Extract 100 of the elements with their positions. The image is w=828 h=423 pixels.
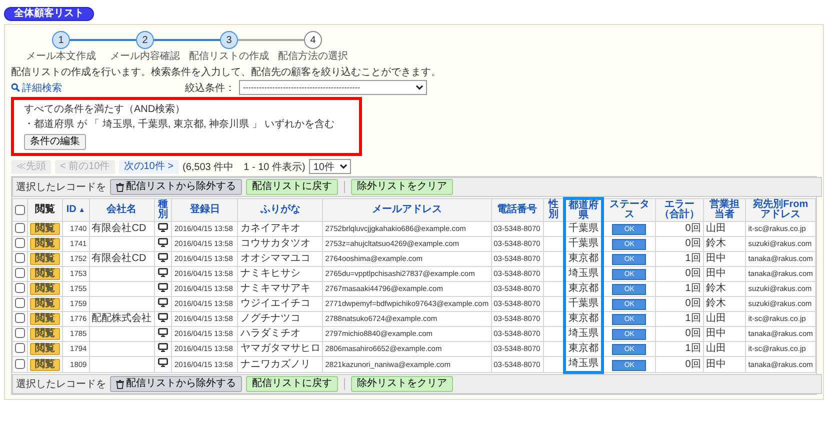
view-button[interactable]: 閲覧 bbox=[30, 313, 60, 325]
column-header[interactable]: 電話番号 bbox=[491, 198, 544, 222]
pager-button[interactable]: 次の10件 > bbox=[118, 160, 178, 174]
table-cell: 山田 bbox=[703, 312, 746, 326]
table-cell: 1回 bbox=[655, 282, 704, 296]
toolbar-button[interactable]: 配信リストに戻す bbox=[246, 376, 338, 392]
step-label: メール本文作成 bbox=[26, 51, 96, 63]
table-cell: 有限会社CD bbox=[89, 252, 154, 266]
trash-icon bbox=[116, 182, 124, 192]
result-count: (6,503 件中 1 - 10 件表示) bbox=[182, 160, 306, 174]
filter-dropdown[interactable]: -------------------------------------------- bbox=[239, 80, 427, 95]
row-checkbox[interactable] bbox=[15, 223, 25, 234]
view-button[interactable]: 閲覧 bbox=[30, 253, 60, 265]
view-button[interactable]: 閲覧 bbox=[30, 358, 60, 370]
step-label: メール内容確認 bbox=[110, 51, 180, 63]
description-text: 配信リストの作成を行います。検索条件を入力して、配信先の顧客を絞り込むことができます。 bbox=[11, 66, 442, 79]
table-cell: 1回 bbox=[655, 342, 704, 356]
row-checkbox[interactable] bbox=[15, 313, 25, 324]
table-cell: カネイアキオ bbox=[238, 222, 323, 236]
column-header[interactable]: ふりがな bbox=[238, 198, 323, 222]
monitor-icon bbox=[158, 238, 168, 246]
monitor-icon bbox=[158, 222, 168, 232]
table-cell: 1回 bbox=[655, 312, 704, 326]
table-cell: ノグチナツコ bbox=[238, 312, 323, 326]
view-button[interactable]: 閲覧 bbox=[30, 223, 60, 235]
select-all-checkbox[interactable] bbox=[15, 204, 25, 215]
table-cell: 東京都 bbox=[564, 252, 602, 266]
column-header[interactable]: 都道府県 bbox=[564, 198, 602, 222]
row-checkbox[interactable] bbox=[15, 328, 25, 338]
table-cell: 0回 bbox=[655, 236, 704, 252]
advanced-search-link[interactable]: 詳細検索 bbox=[11, 80, 181, 94]
step-circle: 1 bbox=[52, 31, 70, 49]
monitor-icon bbox=[158, 268, 168, 276]
view-button[interactable]: 閲覧 bbox=[30, 298, 60, 310]
table-cell: コウサカタツオ bbox=[238, 236, 323, 252]
table-cell: 東京都 bbox=[564, 342, 602, 356]
column-header[interactable]: 会社名 bbox=[89, 198, 154, 222]
table-cell: 配配株式会社 bbox=[89, 312, 154, 326]
condition-text: すべての条件を満たす（AND検索） bbox=[24, 104, 186, 116]
monitor-icon bbox=[158, 358, 168, 367]
table-cell: 千葉県 bbox=[564, 236, 602, 252]
table-cell: 田中 bbox=[703, 326, 746, 342]
toolbar-button[interactable]: 配信リストから除外する bbox=[110, 179, 242, 195]
monitor-icon bbox=[158, 298, 168, 306]
step-label: 配信リストの作成 bbox=[189, 51, 269, 63]
table-cell: ハラダミチオ bbox=[238, 326, 323, 342]
column-header[interactable]: 宛先別Fromアドレス bbox=[746, 198, 816, 222]
caret-icon bbox=[340, 164, 348, 169]
row-checkbox[interactable] bbox=[15, 343, 25, 354]
monitor-icon bbox=[158, 252, 168, 262]
table-cell: 田中 bbox=[703, 266, 746, 282]
row-checkbox[interactable] bbox=[15, 283, 25, 294]
per-page-dropdown[interactable]: 10件 bbox=[309, 159, 352, 174]
filter-label: 絞込条件： bbox=[185, 82, 235, 94]
table-cell: 0回 bbox=[655, 266, 704, 282]
table-cell: 鈴木 bbox=[703, 296, 746, 312]
view-button[interactable]: 閲覧 bbox=[30, 283, 60, 295]
table-cell: 東京都 bbox=[564, 282, 602, 296]
row-checkbox[interactable] bbox=[15, 253, 25, 264]
edit-conditions-button[interactable]: 条件の編集 bbox=[24, 134, 86, 150]
column-header[interactable]: メールアドレス bbox=[322, 198, 492, 222]
monitor-icon bbox=[158, 328, 168, 336]
table-cell: ナミキヒサシ bbox=[238, 266, 323, 282]
table-cell: 鈴木 bbox=[703, 282, 746, 296]
column-header[interactable]: 登録日 bbox=[172, 198, 238, 222]
step-circle: 3 bbox=[220, 31, 238, 49]
toolbar-button[interactable]: 配信リストに戻す bbox=[246, 179, 338, 195]
table-cell: ナミキマサアキ bbox=[238, 282, 323, 296]
condition-text: ・都道府県 が 「 埼玉県, 千葉県, 東京都, 神奈川県 」 いずれかを含む bbox=[24, 119, 336, 131]
table-cell: ウジイエイチコ bbox=[238, 296, 323, 312]
table-cell: 東京都 bbox=[564, 312, 602, 326]
row-checkbox[interactable] bbox=[15, 268, 25, 278]
monitor-icon bbox=[158, 342, 168, 352]
table-cell: 有限会社CD bbox=[89, 222, 154, 236]
step-circle: 2 bbox=[136, 31, 154, 49]
table-cell: 田中 bbox=[703, 252, 746, 266]
caret-icon bbox=[416, 85, 423, 90]
column-header: 閲覧 bbox=[28, 198, 62, 222]
table-cell: 山田 bbox=[703, 342, 746, 356]
toolbar-button[interactable]: 除外リストをクリア bbox=[351, 179, 453, 195]
column-header[interactable]: ステータス bbox=[602, 198, 656, 222]
column-header[interactable]: 種別 bbox=[154, 198, 172, 222]
column-header[interactable]: 営業担当者 bbox=[703, 198, 746, 222]
trash-icon bbox=[116, 380, 124, 388]
toolbar-button[interactable]: 配信リストから除外する bbox=[110, 376, 242, 392]
column-header[interactable]: エラー（合計） bbox=[655, 198, 704, 222]
row-checkbox[interactable] bbox=[15, 358, 25, 369]
table-cell: 0回 bbox=[655, 356, 704, 372]
row-checkbox[interactable] bbox=[15, 298, 25, 308]
view-button[interactable]: 閲覧 bbox=[30, 328, 60, 340]
table-cell: 田中 bbox=[703, 356, 746, 372]
table-cell: 0回 bbox=[655, 296, 704, 312]
view-button[interactable]: 閲覧 bbox=[30, 238, 60, 250]
view-button[interactable]: 閲覧 bbox=[30, 343, 60, 355]
step-circle: 4 bbox=[304, 31, 322, 49]
table-cell: 山田 bbox=[703, 222, 746, 236]
toolbar-button[interactable]: 除外リストをクリア bbox=[351, 376, 453, 392]
table-cell: 千葉県 bbox=[564, 222, 602, 236]
view-button[interactable]: 閲覧 bbox=[30, 268, 60, 280]
row-checkbox[interactable] bbox=[15, 238, 25, 248]
